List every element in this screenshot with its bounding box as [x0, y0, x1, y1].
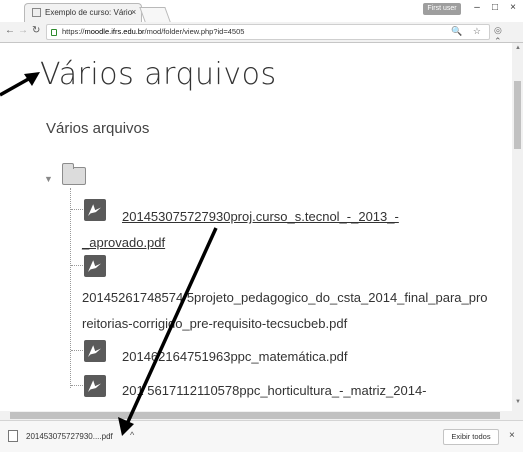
- download-item[interactable]: 201453075727930....pdf ^: [8, 428, 148, 446]
- close-download-bar-icon[interactable]: ×: [509, 430, 515, 441]
- download-file-name: 201453075727930....pdf: [26, 432, 113, 441]
- back-arrow-icon[interactable]: ←: [5, 25, 15, 36]
- tree-branch: [71, 385, 83, 386]
- user-badge[interactable]: First user: [423, 3, 461, 15]
- tab-title: Exemplo de curso: Vário: [45, 8, 133, 17]
- download-bar: 201453075727930....pdf ^ Exibir todos ×: [0, 420, 523, 452]
- pdf-icon: [84, 199, 106, 221]
- lock-icon: [51, 29, 57, 36]
- scroll-down-icon[interactable]: ▼: [515, 399, 521, 405]
- title-bar: Exemplo de curso: Vário × First user – □…: [0, 0, 523, 22]
- scroll-up-icon[interactable]: ▲: [515, 45, 521, 51]
- file-link-2[interactable]: 20145261748574 5projeto_pedagogico_do_cs…: [82, 290, 488, 305]
- pdf-icon: [84, 255, 106, 277]
- reload-icon[interactable]: ↻: [32, 25, 40, 36]
- pdf-icon: [84, 340, 106, 362]
- download-menu-caret-icon[interactable]: ^: [130, 430, 134, 440]
- address-bar: ← → ↻ https://moodle.ifrs.edu.br/mod/fol…: [0, 22, 523, 57]
- horizontal-scroll-thumb[interactable]: [10, 412, 500, 419]
- new-tab-button[interactable]: [139, 7, 171, 22]
- file-link-2-cont[interactable]: reitorias-corrigido_pre-requisito-tecsuc…: [82, 316, 347, 331]
- vertical-scrollbar[interactable]: ▲ ▼: [512, 43, 523, 411]
- file-link-1-cont[interactable]: _aprovado.pdf: [82, 235, 165, 250]
- page-content: Vários arquivos Vários arquivos ▼ 201453…: [0, 43, 512, 411]
- section-title: Vários arquivos: [46, 120, 150, 137]
- pdf-file-icon: [8, 430, 18, 442]
- file-link-3[interactable]: 201462164751963ppc_matemática.pdf: [122, 349, 348, 364]
- tree-branch: [71, 209, 83, 210]
- moodle-favicon-icon: [32, 8, 41, 17]
- file-link-1[interactable]: 201453075727930proj.curso_s.tecnol_-_201…: [122, 209, 399, 224]
- folder-icon: [62, 163, 86, 185]
- url-text: https://moodle.ifrs.edu.br/mod/folder/vi…: [62, 27, 245, 36]
- tree-line: [70, 188, 71, 388]
- folder-collapse-icon[interactable]: ▼: [44, 174, 53, 184]
- zoom-and-bookmark-icons[interactable]: 🔍 ☆: [451, 26, 485, 37]
- browser-tab[interactable]: Exemplo de curso: Vário ×: [24, 3, 142, 22]
- tab-close-icon[interactable]: ×: [131, 7, 136, 17]
- tree-branch: [71, 350, 83, 351]
- horizontal-scrollbar[interactable]: [0, 411, 523, 420]
- pdf-icon: [84, 375, 106, 397]
- url-input[interactable]: https://moodle.ifrs.edu.br/mod/folder/vi…: [46, 24, 490, 40]
- forward-arrow-icon[interactable]: →: [18, 25, 28, 36]
- close-window-button[interactable]: ×: [502, 1, 523, 15]
- page-title: Vários arquivos: [40, 57, 277, 92]
- show-all-downloads-button[interactable]: Exibir todos: [443, 429, 499, 445]
- vertical-scroll-thumb[interactable]: [514, 81, 521, 149]
- file-link-4[interactable]: 201 5617112110578ppc_horticultura_-_matr…: [122, 383, 427, 398]
- tree-branch: [71, 265, 83, 266]
